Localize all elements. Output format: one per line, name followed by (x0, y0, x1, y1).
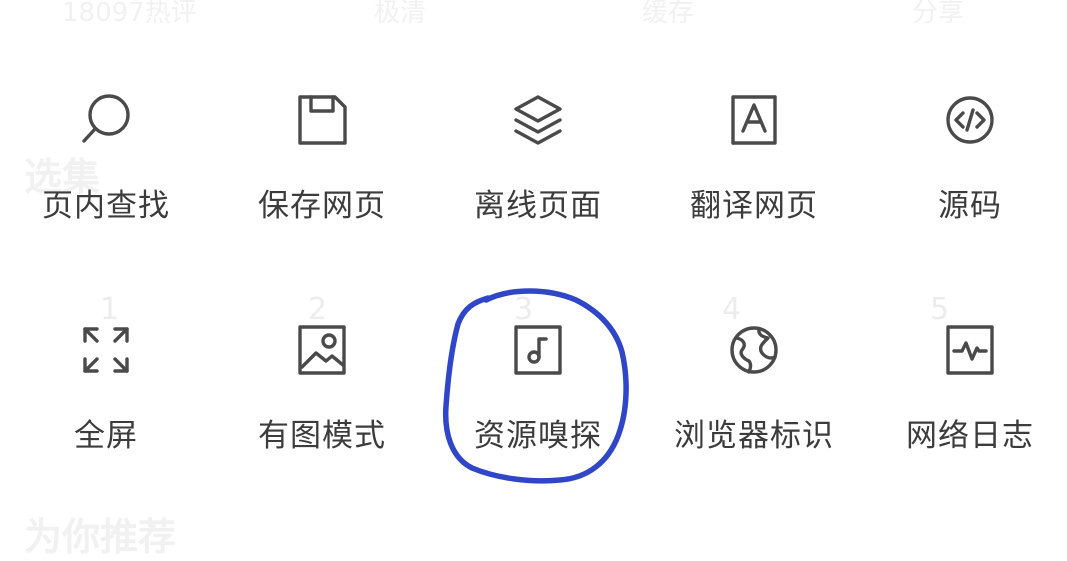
menu-image-mode-label: 有图模式 (258, 418, 386, 454)
bg-quality: 极清 (374, 0, 427, 28)
menu-offline-page[interactable]: 离线页面 (438, 90, 638, 250)
menu-resource-sniff[interactable]: 资源嗅探 (438, 320, 638, 480)
menu-translate-page-label: 翻译网页 (690, 188, 818, 224)
bg-share: 分享 (912, 0, 965, 28)
bg-recommend-title: 为你推荐 (24, 515, 177, 559)
menu-view-source-label: 源码 (938, 188, 1002, 224)
menu-save-page-label: 保存网页 (258, 188, 386, 224)
menu-save-page[interactable]: 保存网页 (222, 90, 422, 250)
activity-icon (940, 320, 1000, 380)
menu-translate-page[interactable]: 翻译网页 (654, 90, 854, 250)
menu-offline-page-label: 离线页面 (474, 188, 602, 224)
translate-icon (724, 90, 784, 150)
fullscreen-icon (76, 320, 136, 380)
bg-comments: 18097热评 (62, 0, 197, 28)
music-note-icon (508, 320, 568, 380)
search-icon (76, 90, 136, 150)
bg-cache: 缓存 (642, 0, 695, 28)
menu-image-mode[interactable]: 有图模式 (222, 320, 422, 480)
menu-find-in-page-label: 页内查找 (42, 188, 170, 224)
menu-user-agent-label: 浏览器标识 (674, 418, 834, 454)
image-icon (292, 320, 352, 380)
menu-view-source[interactable]: 源码 (870, 90, 1067, 250)
menu-user-agent[interactable]: 浏览器标识 (654, 320, 854, 480)
menu-find-in-page[interactable]: 页内查找 (6, 90, 206, 250)
layers-icon (508, 90, 568, 150)
save-icon (292, 90, 352, 150)
code-icon (940, 90, 1000, 150)
globe-icon (724, 320, 784, 380)
menu-network-log[interactable]: 网络日志 (870, 320, 1067, 480)
menu-resource-sniff-label: 资源嗅探 (474, 418, 602, 454)
menu-fullscreen[interactable]: 全屏 (6, 320, 206, 480)
menu-network-log-label: 网络日志 (906, 418, 1034, 454)
menu-fullscreen-label: 全屏 (74, 418, 138, 454)
